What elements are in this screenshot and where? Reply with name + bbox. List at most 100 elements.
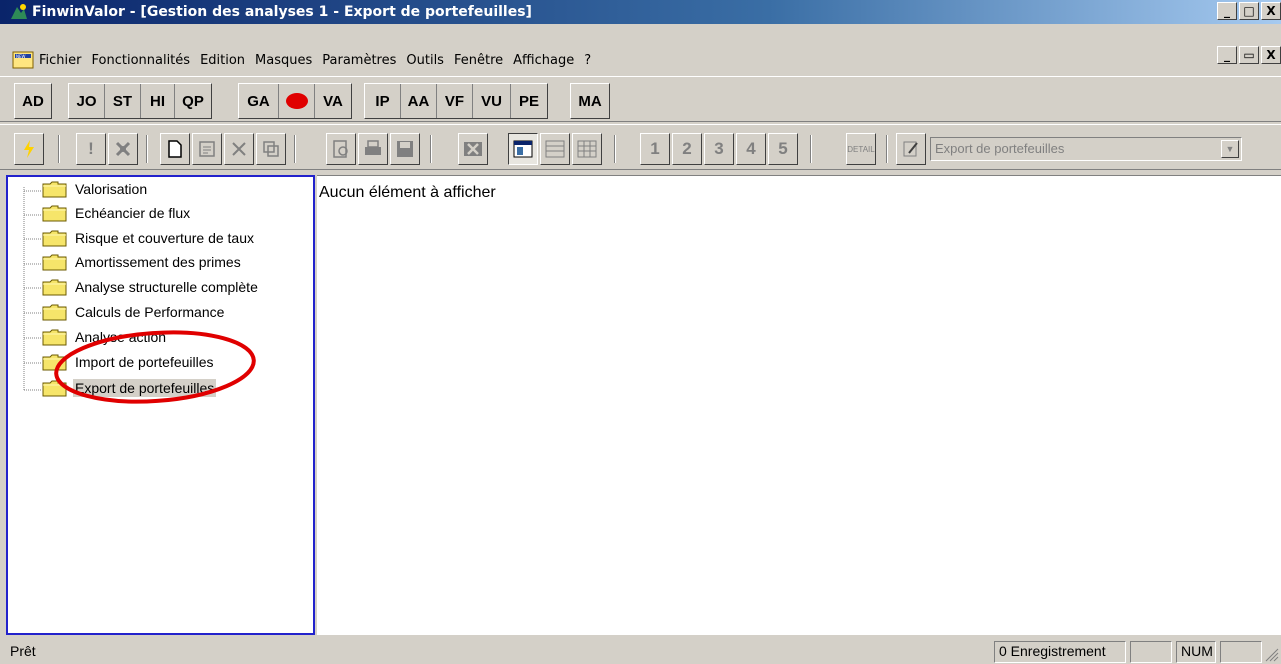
module-button-ad[interactable]: AD (15, 84, 51, 118)
tree-item[interactable]: Analyse structurelle complète (42, 275, 260, 299)
menu-edition[interactable]: Edition (195, 53, 250, 68)
page-2-button[interactable]: 2 (672, 133, 702, 165)
record-count: 0 Enregistrement (994, 641, 1126, 663)
menu-parametres[interactable]: Paramètres (317, 53, 401, 68)
svg-text:NEW: NEW (16, 54, 26, 59)
doc-restore-button[interactable]: ▭ (1239, 46, 1259, 64)
properties-button[interactable] (192, 133, 222, 165)
toolbar-separator (294, 135, 296, 163)
menu-affichage[interactable]: Affichage (508, 53, 579, 68)
menu-masques[interactable]: Masques (250, 53, 317, 68)
folder-icon (42, 328, 67, 346)
module-button-vf[interactable]: VF (437, 84, 473, 118)
window-title: FinwinValor - [Gestion des analyses 1 - … (32, 4, 532, 20)
menu-fichier[interactable]: Fichier (34, 53, 87, 68)
module-button-jo[interactable]: JO (69, 84, 105, 118)
detail-button[interactable]: DETAIL (846, 133, 876, 165)
tree-item[interactable]: Analyse action (42, 325, 168, 349)
document-icon[interactable]: NEW (12, 51, 34, 69)
edit-note-button[interactable] (896, 133, 926, 165)
tree-item[interactable]: Export de portefeuilles (42, 376, 217, 400)
lightning-icon (24, 140, 34, 158)
tree-item-label: Valorisation (75, 181, 148, 197)
module-button-ga[interactable]: GA (239, 84, 279, 118)
page-1-button[interactable]: 1 (640, 133, 670, 165)
toolbar-separator (146, 135, 148, 163)
delete-x-icon (232, 142, 246, 156)
module-button-pe[interactable]: PE (511, 84, 547, 118)
tree-item[interactable]: Calculs de Performance (42, 300, 226, 324)
num-lock-indicator: NUM (1176, 641, 1216, 663)
status-text: Prêt (10, 643, 36, 659)
folder-icon (42, 253, 67, 271)
print-preview-button[interactable] (326, 133, 356, 165)
menu-bar: NEW Fichier Fonctionnalités Edition Masq… (0, 46, 1281, 74)
status-pane-empty (1130, 641, 1172, 663)
tree-item[interactable]: Echéancier de flux (42, 201, 192, 225)
module-group-ma: MA (570, 83, 610, 119)
execute-button[interactable] (14, 133, 44, 165)
grid-view-button[interactable] (572, 133, 602, 165)
module-button-qp[interactable]: QP (175, 84, 211, 118)
grid-view-icon (577, 140, 597, 158)
doc-minimize-button[interactable]: _ (1217, 46, 1237, 64)
resize-grip-icon[interactable] (1265, 648, 1279, 662)
module-button-hi[interactable]: HI (141, 84, 175, 118)
analysis-select[interactable]: Export de portefeuilles ▼ (930, 137, 1242, 161)
folder-open-icon (42, 379, 67, 397)
toolbar-separator (430, 135, 432, 163)
menu-help[interactable]: ? (579, 53, 596, 68)
status-pane-empty (1220, 641, 1262, 663)
document-controls: _ ▭ X (1217, 46, 1281, 64)
module-button-aa[interactable]: AA (401, 84, 437, 118)
tree-item[interactable]: Import de portefeuilles (42, 350, 216, 374)
toolbar-separator (58, 135, 60, 163)
printer-icon (365, 140, 381, 155)
copy-icon (263, 141, 279, 157)
cancel-process-button[interactable] (108, 133, 138, 165)
menu-outils[interactable]: Outils (401, 53, 449, 68)
module-button-vu[interactable]: VU (473, 84, 511, 118)
excel-export-button[interactable] (458, 133, 488, 165)
page-5-button[interactable]: 5 (768, 133, 798, 165)
module-button-va[interactable]: VA (315, 84, 351, 118)
doc-close-button[interactable]: X (1261, 46, 1281, 64)
tree-item[interactable]: Risque et couverture de taux (42, 226, 256, 250)
close-button[interactable]: X (1261, 2, 1281, 20)
module-group-portfolio: IP AA VF VU PE (364, 83, 548, 119)
excel-icon (464, 142, 482, 156)
module-button-ip[interactable]: IP (365, 84, 401, 118)
save-button[interactable] (390, 133, 420, 165)
menu-fenetre[interactable]: Fenêtre (449, 53, 508, 68)
tree-view-icon (513, 140, 533, 158)
tree-view-button[interactable] (508, 133, 538, 165)
tree-item-label: Risque et couverture de taux (75, 230, 254, 246)
empty-message: Aucun élément à afficher (319, 184, 496, 201)
analysis-select-value: Export de portefeuilles (935, 141, 1065, 156)
page-3-button[interactable]: 3 (704, 133, 734, 165)
tree-item-label: Export de portefeuilles (73, 379, 217, 397)
tree-item[interactable]: Amortissement des primes (42, 250, 243, 274)
copy-button[interactable] (256, 133, 286, 165)
list-view-button[interactable] (540, 133, 570, 165)
maximize-button[interactable]: □ (1239, 2, 1259, 20)
status-bar: Prêt 0 Enregistrement NUM (0, 639, 1281, 664)
print-preview-icon (333, 140, 348, 158)
toolbar-separator (614, 135, 616, 163)
app-icon[interactable] (8, 2, 30, 22)
delete-button[interactable] (224, 133, 254, 165)
page-4-button[interactable]: 4 (736, 133, 766, 165)
record-button[interactable] (279, 84, 315, 118)
menu-fonctionnalites[interactable]: Fonctionnalités (87, 53, 196, 68)
module-button-st[interactable]: ST (105, 84, 141, 118)
print-button[interactable] (358, 133, 388, 165)
list-view-icon (545, 140, 565, 158)
module-button-ma[interactable]: MA (571, 84, 609, 118)
dropdown-arrow-icon[interactable]: ▼ (1221, 140, 1239, 158)
record-dot-icon (285, 93, 308, 109)
minimize-button[interactable]: _ (1217, 2, 1237, 20)
new-button[interactable] (160, 133, 190, 165)
tree-item-label: Amortissement des primes (75, 254, 241, 270)
warning-button[interactable]: ! (76, 133, 106, 165)
tree-item[interactable]: Valorisation (42, 177, 149, 201)
